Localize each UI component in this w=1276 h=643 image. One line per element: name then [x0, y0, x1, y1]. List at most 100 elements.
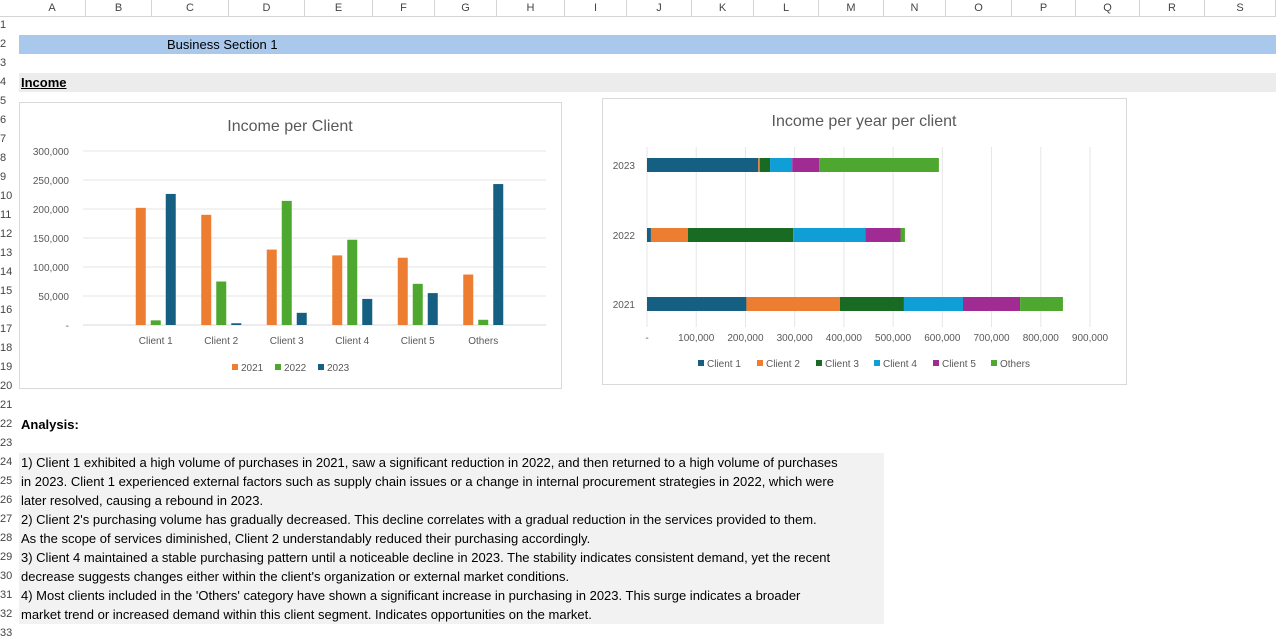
column-header-l[interactable]: L: [754, 0, 819, 16]
row-header-1[interactable]: 1: [0, 16, 14, 35]
bar-client-3-2021: [839, 297, 904, 311]
analysis-line[interactable]: As the scope of services diminished, Cli…: [21, 531, 590, 546]
row-header-15[interactable]: 15: [0, 282, 14, 301]
row-header-25[interactable]: 25: [0, 472, 14, 491]
x-tick-label: Others: [468, 336, 498, 347]
row-header-19[interactable]: 19: [0, 358, 14, 377]
income-band: [19, 73, 1276, 92]
bar-2021-others: [463, 274, 474, 325]
legend-label-client-2: Client 2: [766, 359, 800, 370]
column-header-c[interactable]: C: [152, 0, 229, 16]
row-header-20[interactable]: 20: [0, 377, 14, 396]
y-tick-label: 2023: [613, 161, 636, 172]
column-header-a[interactable]: A: [19, 0, 86, 16]
row-header-26[interactable]: 26: [0, 491, 14, 510]
row-header-30[interactable]: 30: [0, 567, 14, 586]
section-title[interactable]: Business Section 1: [167, 37, 278, 52]
x-tick-label: Client 1: [139, 336, 173, 347]
y-tick-label: 300,000: [33, 147, 70, 158]
x-tick-label: 500,000: [875, 333, 912, 344]
bar-client-4-2021: [903, 297, 964, 311]
row-header-29[interactable]: 29: [0, 548, 14, 567]
analysis-line[interactable]: in 2023. Client 1 experienced external f…: [21, 474, 834, 489]
analysis-line[interactable]: 1) Client 1 exhibited a high volume of p…: [21, 455, 838, 470]
legend-swatch-client-5: [933, 360, 939, 366]
income-per-client-chart[interactable]: Income per Client 300,000 250,000 200,000 15…: [19, 102, 562, 389]
row-header-4[interactable]: 4: [0, 73, 14, 92]
row-header-3[interactable]: 3: [0, 54, 14, 73]
bar-client-2-2023: [758, 158, 760, 172]
bar-others-2023: [819, 158, 939, 172]
column-header-h[interactable]: H: [497, 0, 565, 16]
analysis-line[interactable]: decrease suggests changes either within …: [21, 569, 569, 584]
income-heading[interactable]: Income: [21, 75, 67, 90]
row-header-2[interactable]: 2: [0, 35, 14, 54]
column-header-m[interactable]: M: [819, 0, 884, 16]
row-header-33[interactable]: 33: [0, 624, 14, 643]
legend-swatch-client-1: [698, 360, 704, 366]
row-header-12[interactable]: 12: [0, 225, 14, 244]
analysis-line[interactable]: market trend or increased demand within …: [21, 607, 592, 622]
row-header-5[interactable]: 5: [0, 92, 14, 111]
legend-swatch-client-3: [816, 360, 822, 366]
legend-swatch-client-4: [874, 360, 880, 366]
column-header-q[interactable]: Q: [1076, 0, 1140, 16]
y-tick-label: 200,000: [33, 205, 70, 216]
row-header-24[interactable]: 24: [0, 453, 14, 472]
income-per-year-chart[interactable]: Income per year per client - 100,000 200,00…: [602, 98, 1127, 385]
bar-client-1-2021: [647, 297, 747, 311]
column-header-b[interactable]: B: [86, 0, 152, 16]
row-header-7[interactable]: 7: [0, 130, 14, 149]
row-header-11[interactable]: 11: [0, 206, 14, 225]
row-header-23[interactable]: 23: [0, 434, 14, 453]
column-header-e[interactable]: E: [305, 0, 373, 16]
bar-2021-client-2: [201, 214, 212, 325]
row-header-14[interactable]: 14: [0, 263, 14, 282]
x-tick-label: -: [645, 333, 648, 344]
y-tick-label: 2021: [613, 300, 636, 311]
analysis-line[interactable]: 3) Client 4 maintained a stable purchasi…: [21, 550, 830, 565]
column-header-k[interactable]: K: [692, 0, 754, 16]
row-header-6[interactable]: 6: [0, 111, 14, 130]
row-header-9[interactable]: 9: [0, 168, 14, 187]
column-header-n[interactable]: N: [884, 0, 946, 16]
column-header-g[interactable]: G: [435, 0, 497, 16]
column-header-j[interactable]: J: [627, 0, 692, 16]
row-header-27[interactable]: 27: [0, 510, 14, 529]
bar-2023-client-5: [427, 293, 438, 325]
column-header-r[interactable]: R: [1140, 0, 1205, 16]
bar-2023-client-1: [165, 193, 176, 325]
x-tick-label: Client 5: [401, 336, 435, 347]
bar-client-3-2023: [759, 158, 771, 172]
row-header-18[interactable]: 18: [0, 339, 14, 358]
chart-title: Income per year per client: [772, 113, 958, 130]
bar-client-4-2023: [770, 158, 793, 172]
column-header-i[interactable]: I: [565, 0, 627, 16]
analysis-heading[interactable]: Analysis:: [21, 417, 79, 432]
column-header-s[interactable]: S: [1205, 0, 1276, 16]
row-header-22[interactable]: 22: [0, 415, 14, 434]
column-header-o[interactable]: O: [946, 0, 1012, 16]
column-header-d[interactable]: D: [229, 0, 305, 16]
legend-label-2022: 2022: [284, 363, 307, 374]
row-header-8[interactable]: 8: [0, 149, 14, 168]
row-header-31[interactable]: 31: [0, 586, 14, 605]
bar-2021-client-3: [266, 249, 277, 325]
row-header-21[interactable]: 21: [0, 396, 14, 415]
legend-swatch-2022: [275, 364, 281, 370]
analysis-line[interactable]: later resolved, causing a rebound in 202…: [21, 493, 263, 508]
row-header-32[interactable]: 32: [0, 605, 14, 624]
x-tick-label: 200,000: [727, 333, 764, 344]
analysis-line[interactable]: 2) Client 2's purchasing volume has grad…: [21, 512, 817, 527]
bar-client-5-2023: [792, 158, 820, 172]
column-header-p[interactable]: P: [1012, 0, 1076, 16]
row-header-17[interactable]: 17: [0, 320, 14, 339]
row-header-13[interactable]: 13: [0, 244, 14, 263]
row-header-16[interactable]: 16: [0, 301, 14, 320]
row-header-28[interactable]: 28: [0, 529, 14, 548]
row-header-10[interactable]: 10: [0, 187, 14, 206]
column-header-f[interactable]: F: [373, 0, 435, 16]
bar-client-2-2022: [650, 228, 688, 242]
analysis-line[interactable]: 4) Most clients included in the 'Others'…: [21, 588, 800, 603]
legend-label-client-5: Client 5: [942, 359, 976, 370]
